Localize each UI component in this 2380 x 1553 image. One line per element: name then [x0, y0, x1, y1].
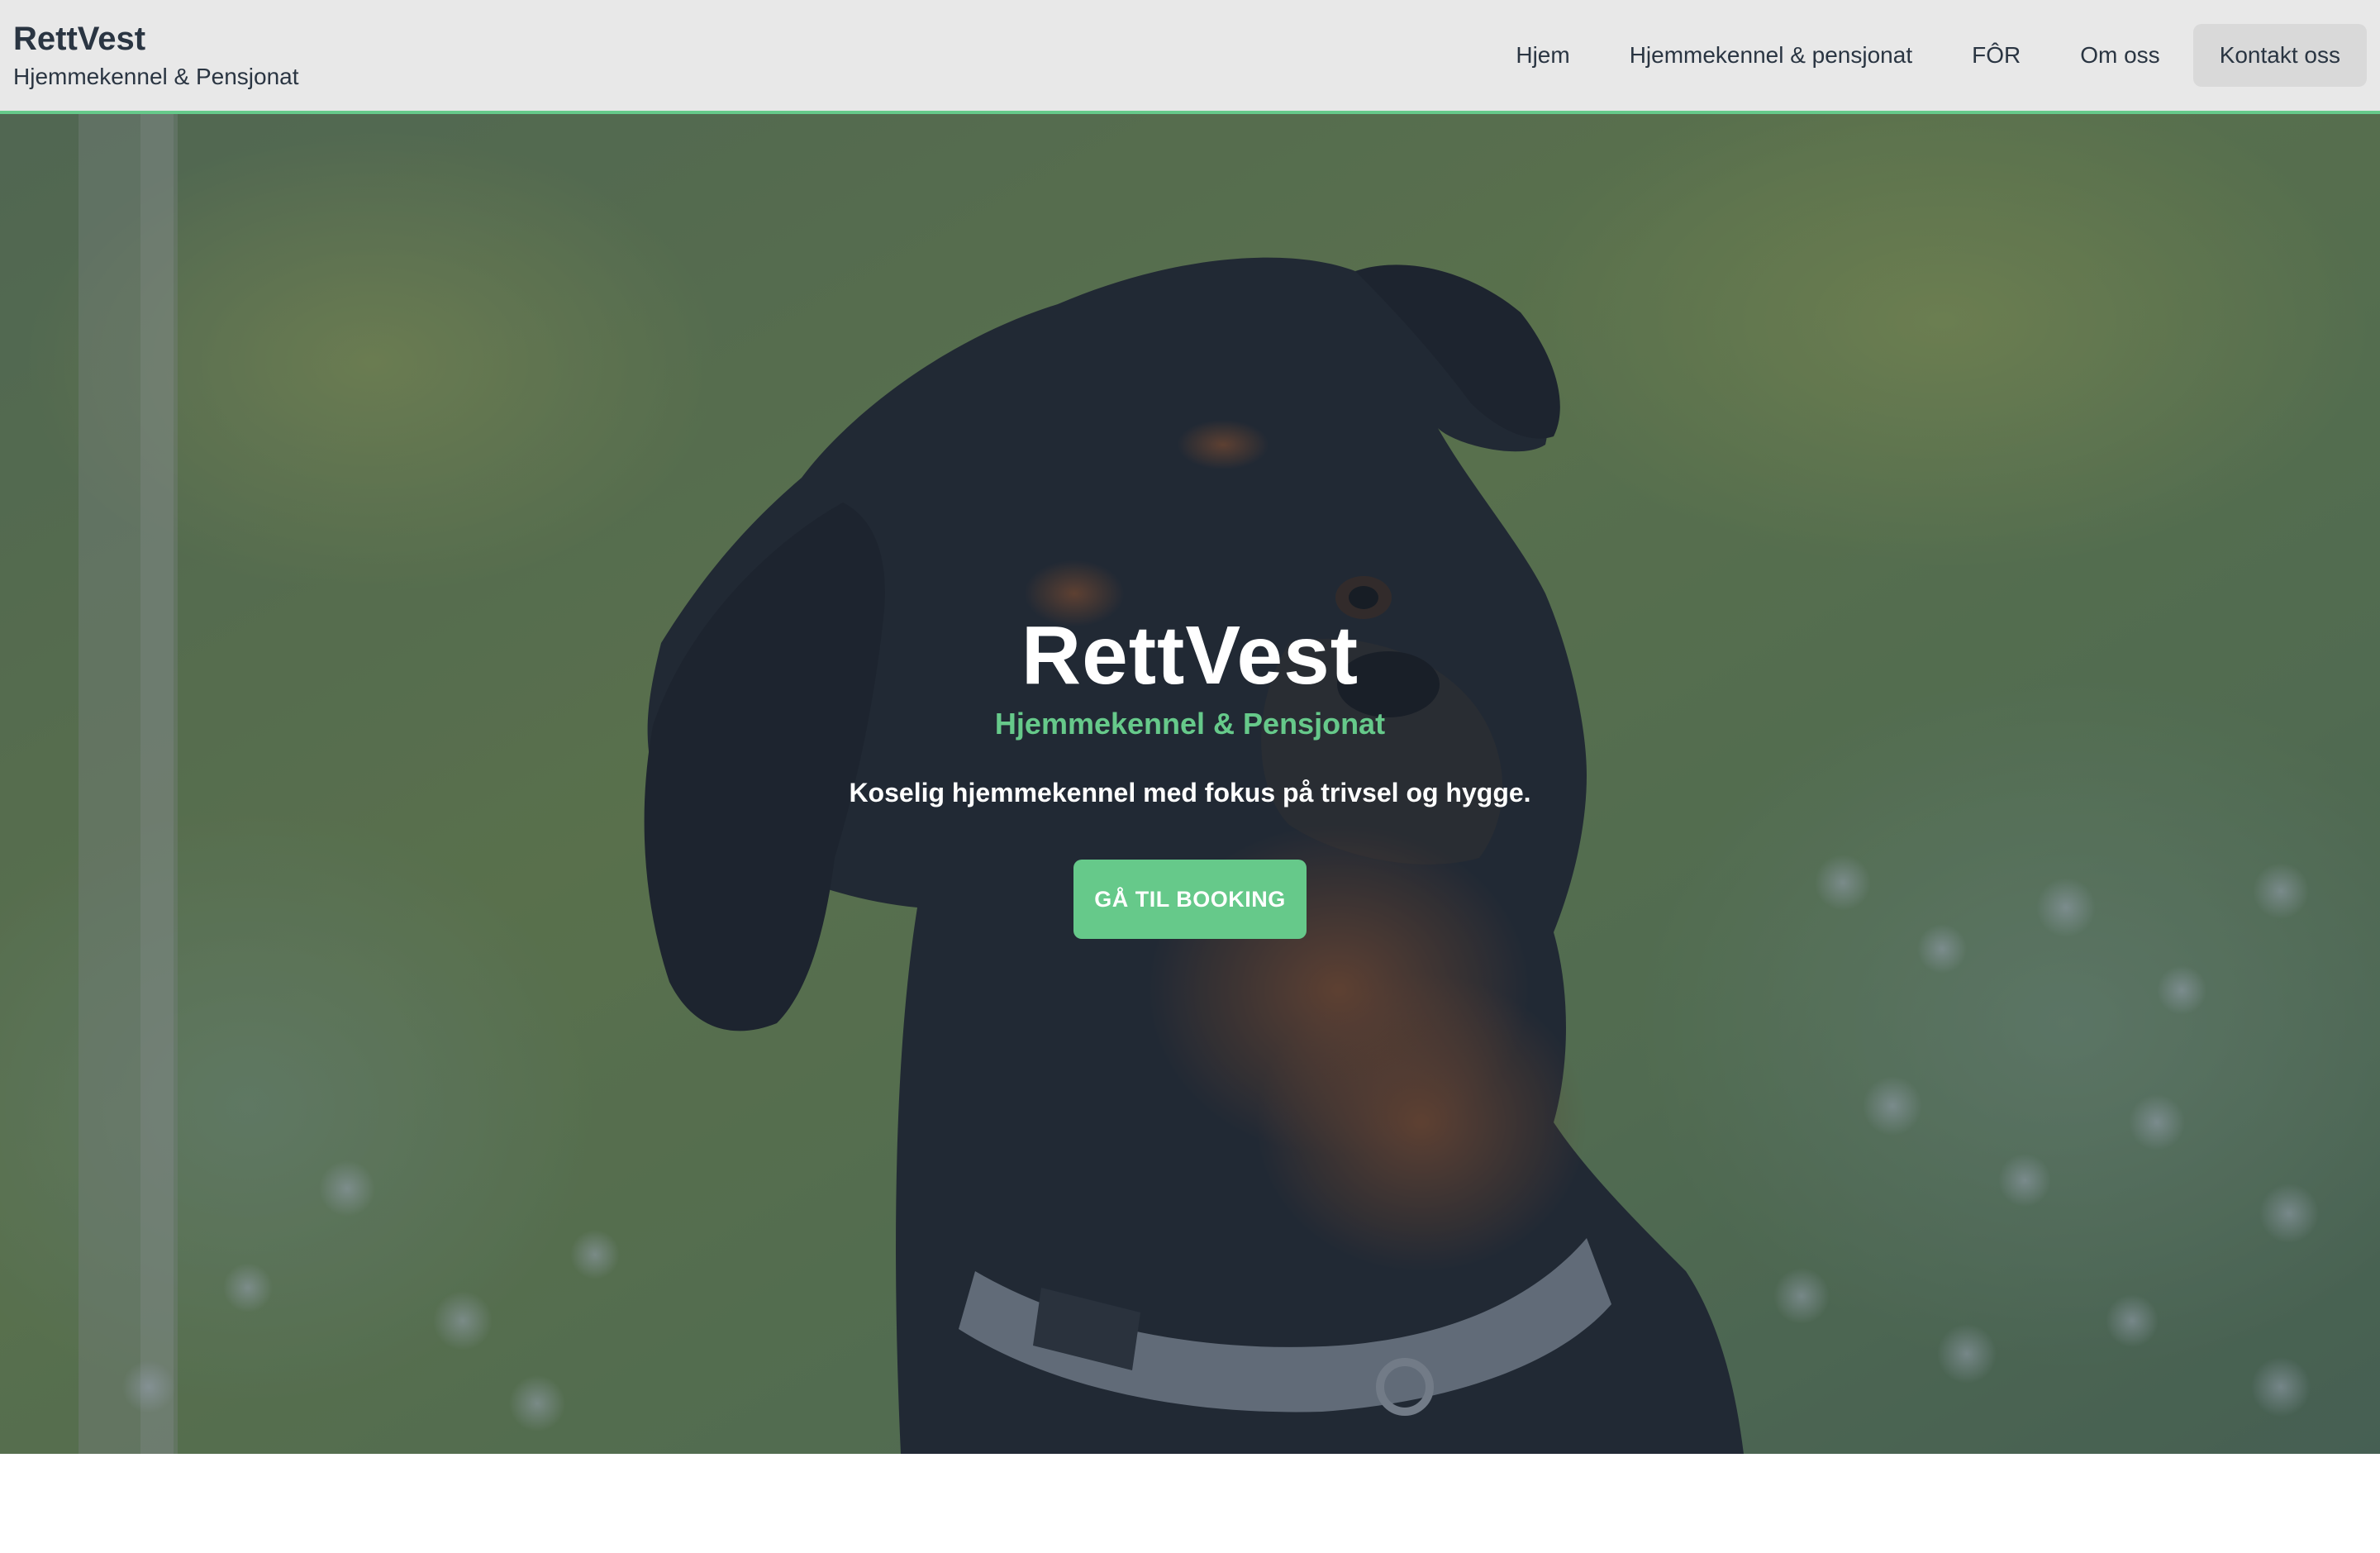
nav-item-hjemmekennel[interactable]: Hjemmekennel & pensjonat [1603, 24, 1939, 87]
site-header: RettVest Hjemmekennel & Pensjonat Hjem H… [0, 0, 2380, 114]
brand-title[interactable]: RettVest [13, 21, 299, 57]
hero-tagline: Koselig hjemmekennel med fokus på trivse… [849, 778, 1531, 807]
nav-item-hjem[interactable]: Hjem [1489, 24, 1596, 87]
brand[interactable]: RettVest Hjemmekennel & Pensjonat [13, 21, 299, 90]
nav-item-kontakt-oss[interactable]: Kontakt oss [2192, 24, 2367, 87]
brand-subtitle: Hjemmekennel & Pensjonat [13, 64, 299, 89]
hero-subtitle: Hjemmekennel & Pensjonat [994, 707, 1386, 741]
nav-item-om-oss[interactable]: Om oss [2054, 24, 2186, 87]
booking-button[interactable]: GÅ TIL BOOKING [1073, 860, 1307, 939]
main-nav: Hjem Hjemmekennel & pensjonat FÔR Om oss… [1489, 24, 2367, 87]
hero-title: RettVest [1021, 609, 1359, 702]
nav-item-for[interactable]: FÔR [1945, 24, 2047, 87]
hero-content: RettVest Hjemmekennel & Pensjonat Koseli… [0, 614, 2380, 939]
hero-section: RettVest Hjemmekennel & Pensjonat Koseli… [0, 114, 2380, 1454]
